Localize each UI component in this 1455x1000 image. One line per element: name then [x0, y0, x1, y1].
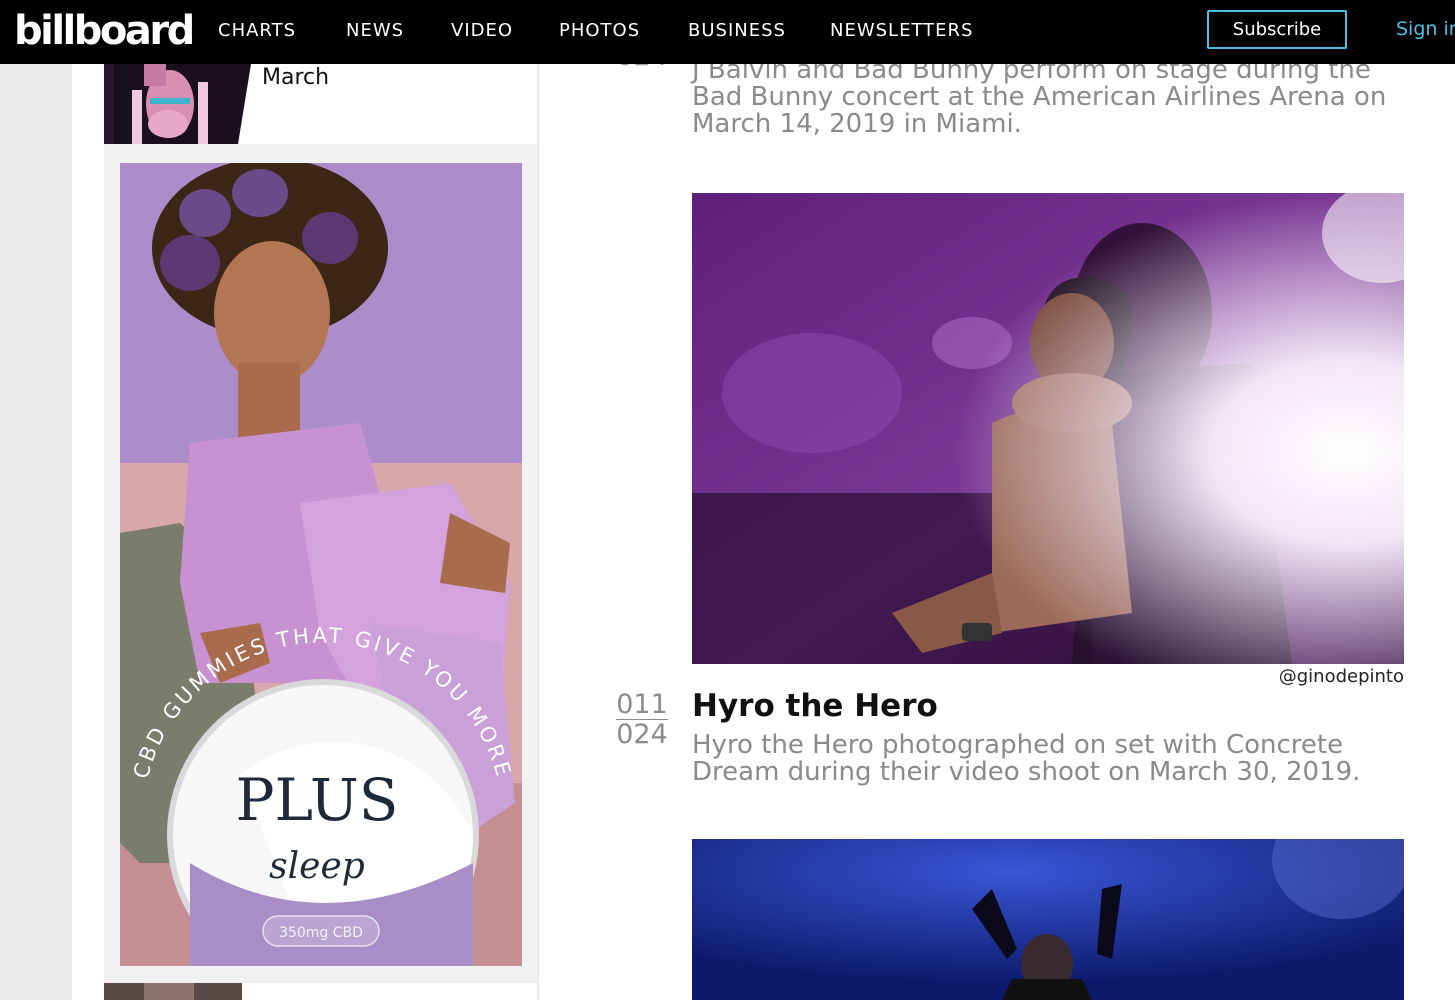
ad-dose-text: 350mg CBD	[279, 925, 363, 941]
related-story-title: March	[262, 65, 330, 90]
related-story-thumbnail-next	[104, 983, 242, 1000]
ad-brand-text: PLUS	[236, 766, 399, 834]
ad-product-text: sleep	[269, 846, 365, 887]
nav-newsletters[interactable]: NEWSLETTERS	[830, 20, 973, 42]
gallery-photo-hyro-the-hero[interactable]	[692, 193, 1404, 664]
gallery-photo-next[interactable]	[692, 839, 1404, 1000]
slide-counter: 011 024	[612, 690, 672, 749]
advertisement-plus-sleep[interactable]: CBD GUMMIES THAT GIVE YOU MORE PLUS slee…	[120, 163, 522, 966]
nav-news[interactable]: NEWS	[346, 20, 404, 42]
nav-charts[interactable]: CHARTS	[218, 20, 296, 42]
related-story-card-next[interactable]	[104, 983, 537, 1000]
billboard-logo[interactable]: billboard	[14, 7, 195, 55]
slide-total: 024	[616, 719, 668, 750]
top-navigation-bar: billboard CHARTS NEWS VIDEO PHOTOS BUSIN…	[0, 0, 1455, 64]
prev-slide-caption: J Balvin and Bad Bunny perform on stage …	[692, 55, 1387, 139]
slide-index: 011	[616, 689, 668, 720]
sign-in-link[interactable]: Sign in	[1396, 18, 1455, 40]
nav-business[interactable]: BUSINESS	[688, 20, 786, 42]
slide-title: Hyro the Hero	[692, 688, 938, 724]
slide-caption: Hyro the Hero photographed on set with C…	[692, 730, 1361, 787]
subscribe-button[interactable]: Subscribe	[1207, 10, 1347, 49]
related-story-card[interactable]: March	[104, 64, 537, 144]
photo-credit: @ginodepinto	[1278, 666, 1404, 687]
nav-photos[interactable]: PHOTOS	[559, 20, 640, 42]
nav-video[interactable]: VIDEO	[451, 20, 513, 42]
ad-artwork: CBD GUMMIES THAT GIVE YOU MORE PLUS slee…	[120, 163, 522, 966]
related-story-thumbnail	[104, 64, 254, 144]
